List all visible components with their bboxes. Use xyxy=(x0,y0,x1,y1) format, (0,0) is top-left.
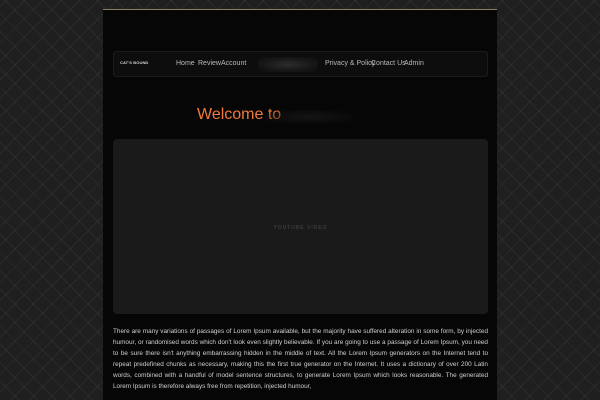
nav-link-admin[interactable]: Admin xyxy=(404,60,424,67)
welcome-redacted-area xyxy=(265,110,353,124)
nav-link-privacy-policy[interactable]: Privacy & Policy xyxy=(325,60,375,67)
video-placeholder-label: YOUTUBE VIDEO xyxy=(273,225,328,231)
brand-logo[interactable]: CAT'S BOUND xyxy=(120,60,148,65)
nav-link-contact-us[interactable]: Contact Us xyxy=(371,60,406,67)
nav-link-account[interactable]: Account xyxy=(221,60,246,67)
nav-link-home[interactable]: Home xyxy=(176,60,195,67)
page-frame: CAT'S BOUND Home Review Account Privacy … xyxy=(103,9,497,400)
youtube-video-embed[interactable]: YOUTUBE VIDEO xyxy=(113,139,488,314)
nav-redacted-area xyxy=(258,57,318,72)
intro-paragraph: There are many variations of passages of… xyxy=(113,328,488,390)
navbar: CAT'S BOUND Home Review Account Privacy … xyxy=(113,51,488,77)
nav-link-review[interactable]: Review xyxy=(198,60,221,67)
